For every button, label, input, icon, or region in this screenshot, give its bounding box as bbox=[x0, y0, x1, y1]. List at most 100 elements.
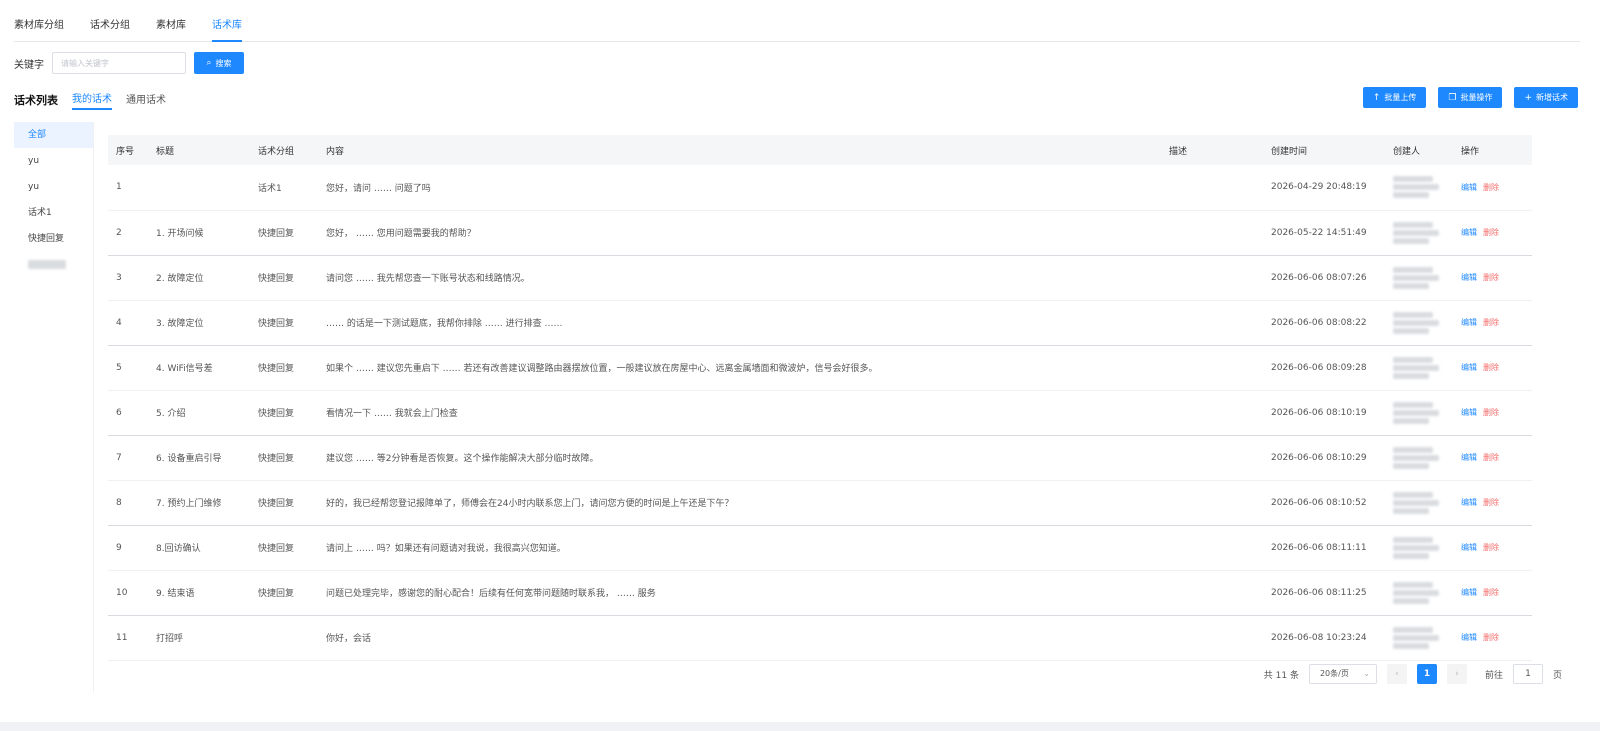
delete-link[interactable]: 删除 bbox=[1483, 633, 1499, 642]
redacted-text bbox=[1393, 282, 1429, 289]
header-actions: 操作 bbox=[1453, 135, 1532, 165]
row-created-time: 2026-06-06 08:07:26 bbox=[1263, 255, 1385, 301]
table-row: 2 1. 开场问候 快捷回复 您好， …… 您用问题需要我的帮助？ 2026-05-22… bbox=[108, 210, 1532, 256]
delete-link[interactable]: 删除 bbox=[1483, 273, 1499, 282]
edit-link[interactable]: 编辑 bbox=[1461, 363, 1477, 372]
row-actions: 编辑 删除 bbox=[1453, 435, 1532, 481]
batch-operation-label: 批量操作 bbox=[1460, 93, 1493, 102]
row-description bbox=[1161, 570, 1263, 616]
row-content: …… 的话是一下测试题底，我帮你排除 …… 进行排查 …… bbox=[318, 300, 1161, 346]
row-no: 11 bbox=[108, 615, 148, 661]
delete-link[interactable]: 删除 bbox=[1483, 498, 1499, 507]
sidebar-item-script1[interactable]: 话术1 bbox=[14, 200, 93, 226]
row-created-time: 2026-06-06 08:08:22 bbox=[1263, 300, 1385, 346]
add-script-button[interactable]: + 新增话术 bbox=[1514, 87, 1578, 108]
chevron-right-icon: › bbox=[1455, 669, 1459, 679]
row-title: 9. 结束语 bbox=[148, 570, 250, 616]
redacted-text bbox=[1393, 536, 1433, 543]
search-button[interactable]: ⌕ 搜索 bbox=[194, 52, 244, 74]
row-title: 5. 介绍 bbox=[148, 390, 250, 436]
top-tabs: 素材库分组 话术分组 素材库 话术库 bbox=[14, 14, 1580, 42]
batch-operation-button[interactable]: ❐ 批量操作 bbox=[1438, 87, 1503, 108]
copy-icon: ❐ bbox=[1448, 92, 1457, 103]
edit-link[interactable]: 编辑 bbox=[1461, 408, 1477, 417]
tab-material-group[interactable]: 素材库分组 bbox=[14, 14, 64, 42]
edit-link[interactable]: 编辑 bbox=[1461, 183, 1477, 192]
row-created-time: 2026-06-06 08:10:52 bbox=[1263, 480, 1385, 526]
delete-link[interactable]: 删除 bbox=[1483, 228, 1499, 237]
delete-link[interactable]: 删除 bbox=[1483, 543, 1499, 552]
tab-script-library[interactable]: 话术库 bbox=[212, 14, 242, 42]
edit-link[interactable]: 编辑 bbox=[1461, 228, 1477, 237]
next-page-button[interactable]: › bbox=[1446, 664, 1467, 684]
sidebar-item-yu-1[interactable]: yu bbox=[14, 148, 93, 174]
delete-link[interactable]: 删除 bbox=[1483, 318, 1499, 327]
add-script-label: 新增话术 bbox=[1536, 93, 1568, 102]
row-actions: 编辑 删除 bbox=[1453, 615, 1532, 661]
page-size-select[interactable]: 20条/页 ⌄ bbox=[1308, 664, 1377, 684]
row-no: 3 bbox=[108, 255, 148, 301]
sidebar-item-yu-2[interactable]: yu bbox=[14, 174, 93, 200]
redacted-text bbox=[1393, 552, 1429, 559]
sidebar-item-redacted[interactable] bbox=[14, 252, 93, 278]
row-group bbox=[250, 615, 318, 661]
delete-link[interactable]: 删除 bbox=[1483, 183, 1499, 192]
group-sidebar: 全部 yu yu 话术1 快捷回复 bbox=[14, 122, 94, 692]
row-content: 问题已处理完毕，感谢您的耐心配合！后续有任何宽带问题随时联系我， …… 服务 bbox=[318, 570, 1161, 616]
row-no: 8 bbox=[108, 480, 148, 526]
delete-link[interactable]: 删除 bbox=[1483, 453, 1499, 462]
creator-redacted bbox=[1393, 265, 1439, 291]
redacted-text bbox=[28, 260, 66, 269]
redacted-text bbox=[1393, 176, 1433, 183]
redacted-text bbox=[1393, 221, 1433, 228]
list-title: 话术列表 bbox=[14, 94, 58, 107]
goto-page-input[interactable]: 1 bbox=[1512, 664, 1543, 684]
edit-link[interactable]: 编辑 bbox=[1461, 318, 1477, 327]
redacted-text bbox=[1393, 409, 1439, 416]
edit-link[interactable]: 编辑 bbox=[1461, 273, 1477, 282]
table-row: 8 7. 预约上门维修 快捷回复 好的，我已经帮您登记报障单了，师傅会在24小时内联系… bbox=[108, 480, 1532, 526]
tab-material-library[interactable]: 素材库 bbox=[156, 14, 186, 42]
edit-link[interactable]: 编辑 bbox=[1461, 588, 1477, 597]
page-number-current[interactable]: 1 bbox=[1416, 664, 1437, 684]
delete-link[interactable]: 删除 bbox=[1483, 408, 1499, 417]
header-title: 标题 bbox=[148, 135, 250, 165]
redacted-text bbox=[1393, 364, 1439, 371]
sidebar-item-all[interactable]: 全部 bbox=[14, 122, 93, 148]
delete-link[interactable]: 删除 bbox=[1483, 363, 1499, 372]
chevron-down-icon: ⌄ bbox=[1363, 669, 1370, 678]
header-description: 描述 bbox=[1161, 135, 1263, 165]
redacted-text bbox=[1393, 581, 1433, 588]
tab-my-scripts[interactable]: 我的话术 bbox=[72, 90, 112, 110]
tab-script-group[interactable]: 话术分组 bbox=[90, 14, 130, 42]
row-actions: 编辑 删除 bbox=[1453, 570, 1532, 616]
row-creator bbox=[1385, 435, 1453, 481]
row-description bbox=[1161, 525, 1263, 571]
row-creator bbox=[1385, 300, 1453, 346]
row-creator bbox=[1385, 480, 1453, 526]
row-actions: 编辑 删除 bbox=[1453, 525, 1532, 571]
edit-link[interactable]: 编辑 bbox=[1461, 633, 1477, 642]
keyword-input[interactable] bbox=[52, 52, 186, 74]
redacted-text bbox=[1393, 634, 1439, 641]
redacted-text bbox=[1393, 462, 1429, 469]
row-content: 好的，我已经帮您登记报障单了，师傅会在24小时内联系您上门，请问您方便的时间是上… bbox=[318, 480, 1161, 526]
redacted-text bbox=[1393, 544, 1439, 551]
tab-common-scripts[interactable]: 通用话术 bbox=[126, 91, 166, 109]
edit-link[interactable]: 编辑 bbox=[1461, 498, 1477, 507]
delete-link[interactable]: 删除 bbox=[1483, 588, 1499, 597]
row-creator bbox=[1385, 255, 1453, 301]
search-row: 关键字 ⌕ 搜索 bbox=[14, 52, 244, 74]
edit-link[interactable]: 编辑 bbox=[1461, 453, 1477, 462]
sidebar-item-quick-reply[interactable]: 快捷回复 bbox=[14, 226, 93, 252]
prev-page-button[interactable]: ‹ bbox=[1386, 664, 1407, 684]
redacted-text bbox=[1393, 356, 1433, 363]
redacted-text bbox=[1393, 274, 1439, 281]
batch-upload-button[interactable]: ↑ 批量上传 bbox=[1362, 87, 1427, 108]
edit-link[interactable]: 编辑 bbox=[1461, 543, 1477, 552]
row-actions: 编辑 删除 bbox=[1453, 300, 1532, 346]
row-content: 请问上 …… 吗？如果还有问题请对我说，我很高兴您知道。 bbox=[318, 525, 1161, 571]
row-no: 2 bbox=[108, 210, 148, 256]
row-group: 快捷回复 bbox=[250, 300, 318, 346]
row-group: 快捷回复 bbox=[250, 210, 318, 256]
